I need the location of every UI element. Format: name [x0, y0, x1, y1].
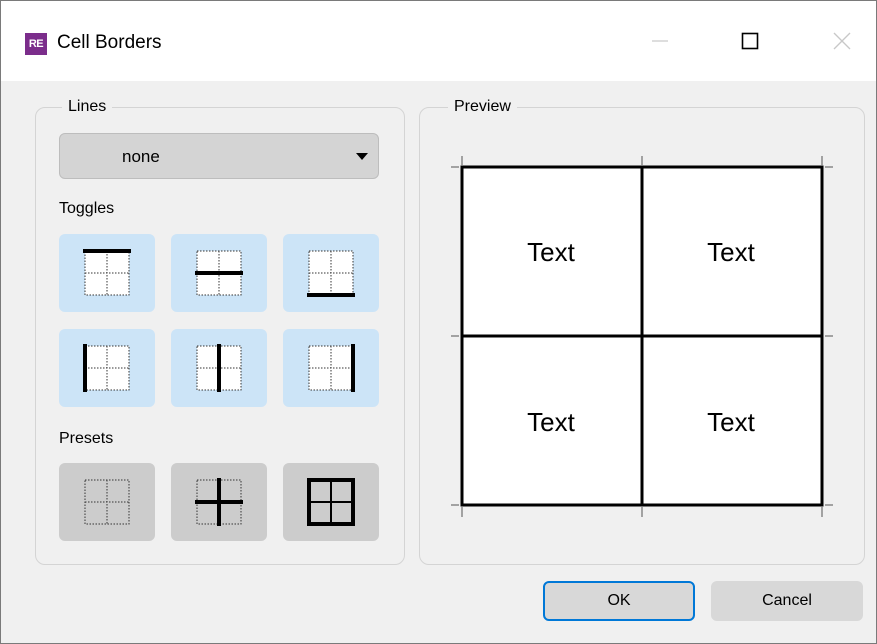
- preview-cell: Text: [707, 237, 755, 267]
- minimize-button[interactable]: [637, 21, 683, 61]
- close-button[interactable]: [819, 21, 865, 61]
- maximize-icon: [741, 32, 759, 50]
- border-right-icon: [308, 344, 355, 392]
- border-bottom-icon: [307, 250, 355, 297]
- cell-borders-dialog: RE Cell Borders Lines none Toggles Prese…: [0, 0, 877, 644]
- lines-group-label: Lines: [62, 97, 113, 117]
- border-inner-horizontal-toggle[interactable]: [171, 234, 267, 312]
- preview-cell: Text: [527, 237, 575, 267]
- border-left-icon: [83, 344, 130, 392]
- preview-cell: Text: [527, 407, 575, 437]
- inner-borders-icon: [195, 478, 243, 526]
- close-icon: [833, 32, 851, 50]
- border-right-toggle[interactable]: [283, 329, 379, 407]
- app-icon: RE: [25, 33, 47, 55]
- border-top-icon: [83, 249, 131, 296]
- preview-group-label: Preview: [448, 97, 517, 117]
- line-style-dropdown[interactable]: none: [59, 133, 379, 179]
- window-title: Cell Borders: [57, 32, 162, 53]
- ok-button[interactable]: OK: [543, 581, 695, 621]
- border-bottom-toggle[interactable]: [283, 234, 379, 312]
- minimize-icon: [652, 40, 668, 42]
- border-left-toggle[interactable]: [59, 329, 155, 407]
- border-top-toggle[interactable]: [59, 234, 155, 312]
- all-borders-icon: [307, 478, 355, 526]
- preview-grid: [451, 156, 833, 517]
- preset-inner-borders[interactable]: [171, 463, 267, 541]
- title-bar[interactable]: RE Cell Borders: [1, 1, 876, 81]
- dropdown-arrow-icon: [356, 153, 368, 160]
- preset-no-borders[interactable]: [59, 463, 155, 541]
- no-borders-icon: [84, 479, 130, 525]
- border-inner-vertical-toggle[interactable]: [171, 329, 267, 407]
- line-style-value: none: [122, 147, 160, 166]
- toggles-label: Toggles: [59, 200, 115, 217]
- cancel-button[interactable]: Cancel: [711, 581, 863, 621]
- border-inner-vertical-icon: [196, 344, 242, 392]
- maximize-button[interactable]: [727, 21, 773, 61]
- presets-label: Presets: [59, 430, 114, 447]
- border-inner-horizontal-icon: [195, 250, 243, 296]
- preview-cell: Text: [707, 407, 755, 437]
- preset-all-borders[interactable]: [283, 463, 379, 541]
